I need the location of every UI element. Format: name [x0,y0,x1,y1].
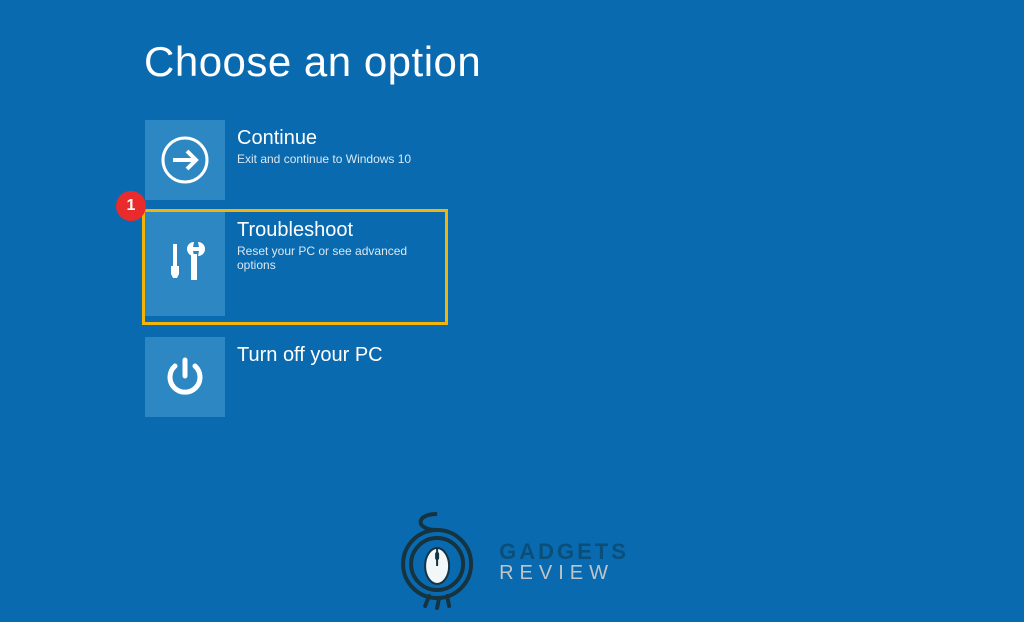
arrow-right-icon [145,120,225,200]
watermark-line1: GADGETS [499,541,629,563]
tools-icon [145,212,225,316]
option-title: Troubleshoot [237,218,437,242]
option-title: Continue [237,126,411,150]
watermark-line2: REVIEW [499,563,629,583]
annotation-badge: 1 [116,191,146,221]
watermark: GADGETS REVIEW [395,512,629,612]
option-title: Turn off your PC [237,343,383,367]
watermark-text: GADGETS REVIEW [499,541,629,583]
option-text: Troubleshoot Reset your PC or see advanc… [225,212,437,322]
option-desc: Reset your PC or see advanced options [237,244,437,273]
options-list: Continue Exit and continue to Windows 10… [145,120,448,429]
option-text: Turn off your PC [225,337,383,369]
option-desc: Exit and continue to Windows 10 [237,152,411,166]
mouse-logo-icon [395,512,485,612]
power-icon [145,337,225,417]
page-title: Choose an option [144,38,481,86]
recovery-screen: Choose an option 1 Continue Exit and con… [0,0,1024,622]
option-continue[interactable]: Continue Exit and continue to Windows 10 [145,120,445,200]
option-turnoff[interactable]: Turn off your PC [145,337,445,417]
option-troubleshoot[interactable]: Troubleshoot Reset your PC or see advanc… [142,209,448,325]
option-text: Continue Exit and continue to Windows 10 [225,120,411,166]
